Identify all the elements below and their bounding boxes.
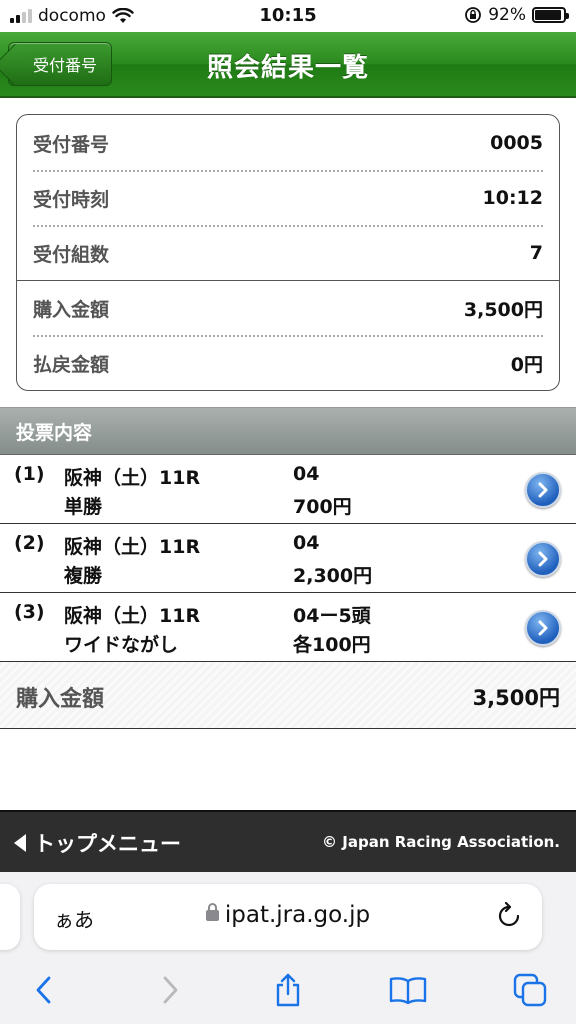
battery-percent: 92% (488, 5, 526, 25)
total-value: 3,500円 (472, 686, 560, 710)
bet-type: ワイドながし (64, 634, 179, 656)
summary-label: 払戻金額 (33, 353, 110, 376)
battery-icon (532, 7, 569, 23)
summary-label: 受付番号 (33, 133, 110, 156)
summary-value: 0005 (490, 132, 543, 154)
copyright: © Japan Racing Association. (322, 833, 560, 851)
bet-amount: 2,300円 (293, 565, 373, 587)
back-button-label: 受付番号 (32, 56, 97, 75)
app-header: 受付番号 照会結果一覧 (0, 32, 576, 98)
bet-amount: 各100円 (293, 634, 371, 656)
bet-row[interactable]: (3) 阪神（土）11R ワイドながし 04ー5頭 各100円 (0, 593, 576, 662)
summary-row-set-count: 受付組数 7 (33, 226, 543, 280)
orientation-lock-icon (465, 7, 482, 23)
chevron-right-icon[interactable] (525, 541, 561, 577)
top-menu-label: トップメニュー (34, 832, 181, 856)
lock-icon (205, 903, 219, 921)
bet-row[interactable]: (2) 阪神（土）11R 複勝 04 2,300円 (0, 524, 576, 593)
total-row: 購入金額 3,500円 (0, 662, 576, 729)
tabs-button[interactable] (508, 968, 552, 1012)
bet-type: 複勝 (64, 565, 103, 587)
bet-number: (3) (14, 601, 45, 623)
summary-label: 受付時刻 (33, 188, 110, 211)
summary-row-receipt-number: 受付番号 0005 (33, 116, 543, 170)
summary-card: 受付番号 0005 受付時刻 10:12 受付組数 7 購入金額 3,500円 … (16, 114, 560, 391)
chevron-right-icon[interactable] (525, 472, 561, 508)
bet-race: 阪神（土）11R (64, 467, 201, 489)
bet-number: (2) (14, 532, 45, 554)
summary-label: 購入金額 (33, 298, 110, 321)
bet-race: 阪神（土）11R (64, 536, 201, 558)
previous-tab[interactable] (0, 884, 20, 950)
forward-nav-button[interactable] (148, 968, 192, 1012)
address-bar[interactable]: ぁあ ipat.jra.go.jp (34, 884, 542, 950)
bet-amount: 700円 (293, 496, 352, 518)
footer-bar: トップメニュー © Japan Racing Association. (0, 810, 576, 872)
summary-value: 0円 (510, 353, 543, 376)
back-nav-button[interactable] (22, 968, 66, 1012)
bet-selection: 04ー5頭 (293, 605, 371, 627)
bet-type: 単勝 (64, 496, 103, 518)
summary-value: 10:12 (482, 187, 543, 209)
tabs-icon (513, 973, 547, 1007)
browser-chrome: ぁあ ipat.jra.go.jp (0, 872, 576, 1024)
reload-icon[interactable] (496, 902, 522, 930)
book-icon (389, 977, 427, 1005)
triangle-left-icon (14, 834, 26, 852)
summary-label: 受付組数 (33, 243, 110, 266)
share-icon (276, 973, 300, 1007)
bet-row[interactable]: (1) 阪神（土）11R 単勝 04 700円 (0, 455, 576, 524)
summary-row-payout-amount: 払戻金額 0円 (33, 336, 543, 390)
status-bar: docomo 10:15 92% (0, 0, 576, 32)
url-display[interactable]: ipat.jra.go.jp (34, 902, 542, 928)
chevron-right-icon[interactable] (525, 610, 561, 646)
bet-race: 阪神（土）11R (64, 605, 201, 627)
status-right: 92% (464, 5, 569, 25)
summary-value: 3,500円 (463, 298, 543, 321)
url-text: ipat.jra.go.jp (224, 902, 371, 928)
bookmarks-button[interactable] (386, 968, 430, 1012)
top-menu-link[interactable]: トップメニュー (14, 828, 181, 858)
share-button[interactable] (266, 968, 310, 1012)
chevron-right-icon (163, 976, 178, 1004)
summary-value: 7 (529, 242, 543, 264)
total-label: 購入金額 (16, 687, 105, 712)
summary-row-purchase-amount: 購入金額 3,500円 (33, 281, 543, 335)
bet-number: (1) (14, 463, 45, 485)
section-header-bets: 投票内容 (0, 407, 576, 455)
chevron-left-icon (36, 976, 51, 1004)
bet-selection: 04 (293, 463, 320, 485)
browser-toolbar (0, 968, 576, 1018)
bet-selection: 04 (293, 532, 320, 554)
summary-row-receipt-time: 受付時刻 10:12 (33, 171, 543, 225)
